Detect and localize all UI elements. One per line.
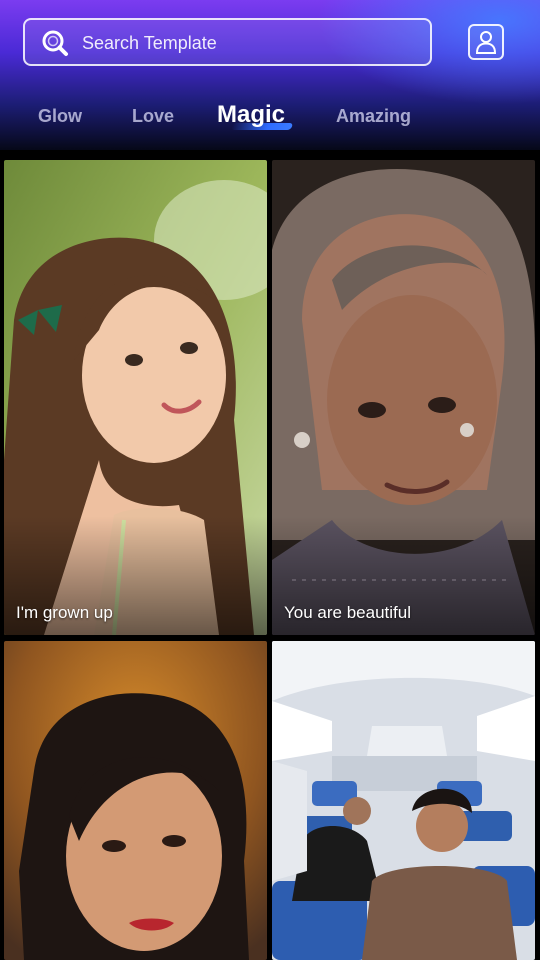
category-tabs: Glow Love Magic Amazing (0, 96, 540, 140)
template-card[interactable]: I'm grown up (4, 160, 267, 635)
template-thumbnail (272, 160, 535, 635)
template-card[interactable]: You are beautiful (272, 160, 535, 635)
template-card[interactable] (4, 641, 267, 960)
tab-love[interactable]: Love (132, 106, 174, 127)
profile-button[interactable] (468, 24, 504, 60)
header: Search Template Glow Love Magic Amazing (0, 0, 540, 150)
template-card[interactable] (272, 641, 535, 960)
search-icon (41, 29, 69, 57)
template-thumbnail (4, 160, 267, 635)
search-bar[interactable]: Search Template (23, 18, 432, 66)
template-thumbnail (272, 641, 535, 960)
tab-magic[interactable]: Magic (217, 101, 285, 129)
search-placeholder[interactable]: Search Template (82, 33, 217, 54)
template-label: You are beautiful (284, 603, 411, 622)
user-profile-icon (476, 31, 496, 54)
template-label: I'm grown up (16, 603, 113, 622)
tab-glow[interactable]: Glow (38, 106, 82, 127)
template-thumbnail (4, 641, 267, 960)
tab-amazing[interactable]: Amazing (336, 106, 411, 127)
